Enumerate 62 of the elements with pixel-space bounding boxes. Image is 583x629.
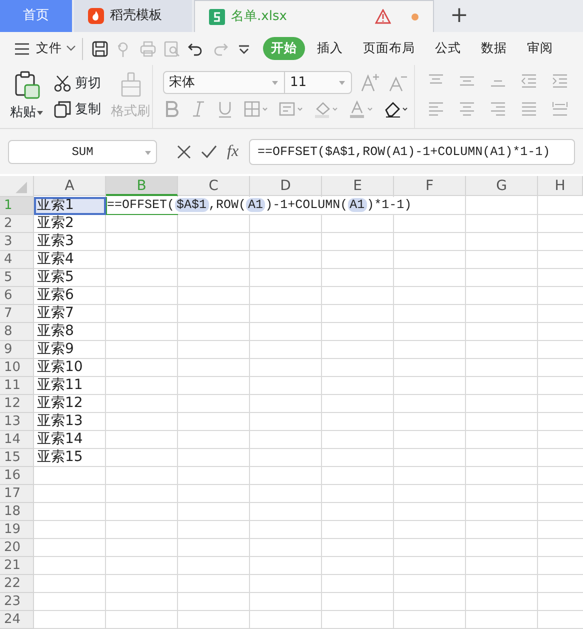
copy-button[interactable]: 复制 <box>54 100 101 119</box>
table-cell[interactable]: 亚索13 <box>34 413 106 431</box>
formula-input[interactable]: ==OFFSET($A$1,ROW(A1)-1+COLUMN(A1)*1-1) <box>248 138 575 164</box>
row-header[interactable]: 14 <box>0 431 34 449</box>
column-header[interactable]: A <box>34 176 106 196</box>
row-header[interactable]: 11 <box>0 377 34 395</box>
row-header[interactable]: 12 <box>0 395 34 413</box>
table-cell[interactable]: 亚索9 <box>34 341 106 359</box>
ribbon-tab[interactable]: 数据 <box>473 37 515 60</box>
row-header[interactable]: 6 <box>0 287 34 305</box>
tab-label: 首页 <box>23 7 49 26</box>
column-header[interactable]: E <box>322 176 394 196</box>
new-tab-button[interactable]: + <box>434 0 484 32</box>
row-header[interactable]: 20 <box>0 539 34 557</box>
row-header[interactable]: 16 <box>0 467 34 485</box>
row-header[interactable]: 21 <box>0 557 34 575</box>
paste-button[interactable]: 粘贴 <box>10 102 44 122</box>
row-header[interactable]: 10 <box>0 359 34 377</box>
tab-label: 稻壳模板 <box>110 7 162 26</box>
row-header[interactable]: 19 <box>0 521 34 539</box>
table-cell[interactable]: 亚索12 <box>34 395 106 413</box>
column-header[interactable]: H <box>538 176 583 196</box>
ribbon-tab[interactable]: 插入 <box>309 37 351 60</box>
row-header[interactable]: 2 <box>0 215 34 233</box>
table-cell[interactable]: 亚索11 <box>34 377 106 395</box>
document-tab[interactable]: 稻壳模板 <box>74 0 192 32</box>
table-cell[interactable]: 亚索5 <box>34 269 106 287</box>
row-header[interactable]: 3 <box>0 233 34 251</box>
table-cell[interactable]: 亚索15 <box>34 449 106 467</box>
row-header[interactable]: 8 <box>0 323 34 341</box>
ribbon-tab[interactable]: 页面布局 <box>355 37 423 60</box>
column-header[interactable]: D <box>250 176 322 196</box>
file-menu[interactable]: 文件 <box>32 37 64 60</box>
column-header[interactable]: F <box>394 176 466 196</box>
row-header[interactable]: 17 <box>0 485 34 503</box>
ribbon-tab[interactable]: 公式 <box>427 37 469 60</box>
function-button[interactable]: fx <box>227 140 239 164</box>
table-cell[interactable]: 亚索8 <box>34 323 106 341</box>
column-header[interactable]: G <box>466 176 538 196</box>
table-cell[interactable]: 亚索3 <box>34 233 106 251</box>
table-cell[interactable]: 亚索6 <box>34 287 106 305</box>
row-header[interactable]: 5 <box>0 269 34 287</box>
row-header[interactable]: 7 <box>0 305 34 323</box>
row-header[interactable]: 22 <box>0 575 34 593</box>
document-tab[interactable]: 首页 <box>0 0 72 32</box>
row-header[interactable]: 23 <box>0 593 34 611</box>
cut-button[interactable]: 剪切 <box>54 74 101 94</box>
row-header[interactable]: 18 <box>0 503 34 521</box>
name-box[interactable]: SUM <box>8 140 157 164</box>
row-header[interactable]: 24 <box>0 611 34 629</box>
row-header[interactable]: 13 <box>0 413 34 431</box>
ribbon-tab[interactable]: 审阅 <box>519 37 561 60</box>
table-cell[interactable]: 亚索10 <box>34 359 106 377</box>
table-cell[interactable]: 亚索14 <box>34 431 106 449</box>
row-header[interactable]: 4 <box>0 251 34 269</box>
column-header[interactable]: C <box>178 176 250 196</box>
table-cell[interactable]: 亚索7 <box>34 305 106 323</box>
row-header[interactable]: 9 <box>0 341 34 359</box>
table-cell[interactable]: 亚索4 <box>34 251 106 269</box>
row-header[interactable]: 15 <box>0 449 34 467</box>
table-cell[interactable]: 亚索2 <box>34 215 106 233</box>
tab-label: 名单.xlsx <box>231 8 287 26</box>
